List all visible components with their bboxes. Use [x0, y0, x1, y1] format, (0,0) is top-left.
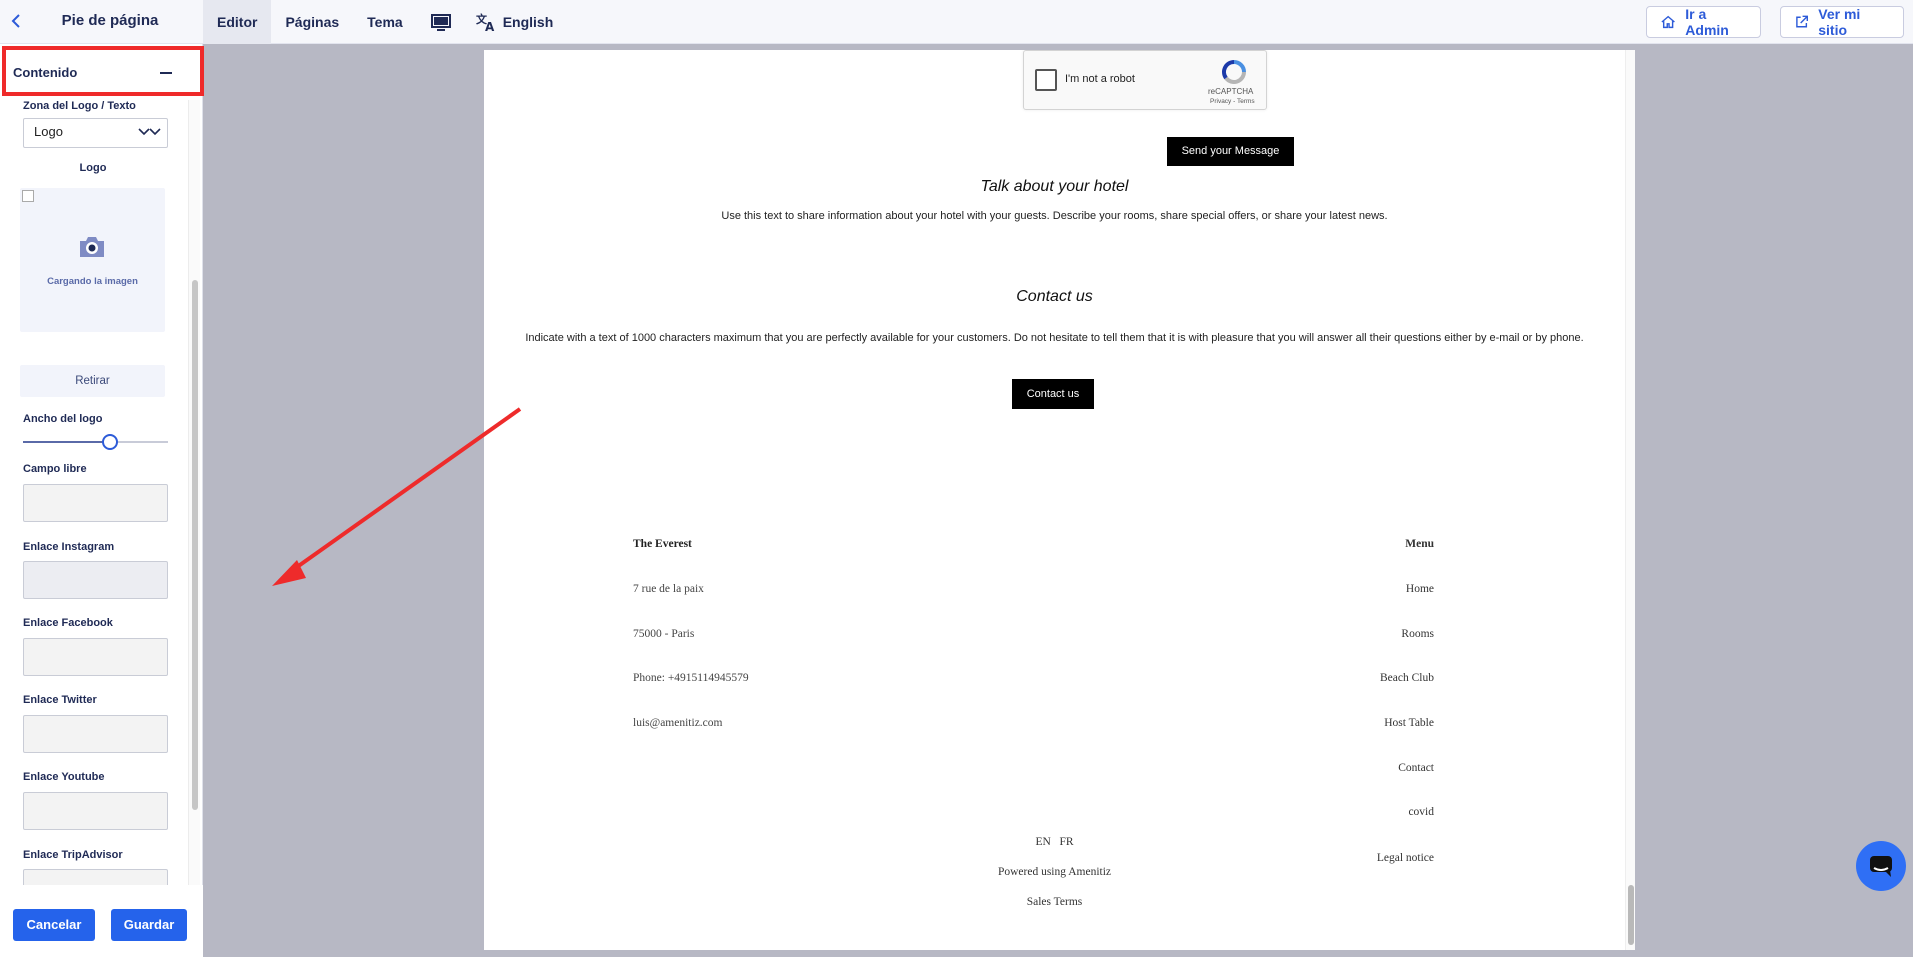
logo-upload-box[interactable]: Cargando la imagen: [20, 188, 165, 332]
youtube-link-label: Enlace Youtube: [23, 771, 105, 783]
panel-scrollbar[interactable]: [188, 100, 200, 930]
remove-logo-button[interactable]: Retirar: [20, 365, 165, 397]
twitter-link-label: Enlace Twitter: [23, 694, 97, 706]
logo-label: Logo: [79, 162, 107, 174]
language-selector[interactable]: 文A English: [475, 11, 554, 34]
chevron-left-icon[interactable]: [6, 10, 28, 32]
broken-image-icon: [22, 190, 34, 202]
chevron-down-icon: [137, 124, 161, 141]
send-message-button[interactable]: Send your Message: [1167, 137, 1294, 166]
upload-status-text: Cargando la imagen: [47, 276, 138, 287]
external-link-icon: [1796, 15, 1809, 28]
free-field-label: Campo libre: [23, 463, 87, 475]
footer-menu-item[interactable]: Host Table: [1384, 717, 1434, 729]
logo-zone-label: Zona del Logo / Texto: [23, 100, 136, 112]
view-site-button[interactable]: Ver mi sitio: [1780, 6, 1904, 38]
footer-menu-item[interactable]: covid: [1408, 806, 1434, 818]
footer-menu-item[interactable]: Legal notice: [1377, 852, 1434, 864]
hotel-description: Use this text to share information about…: [721, 210, 1388, 222]
preview-scrollbar[interactable]: [1625, 50, 1635, 950]
go-to-admin-label: Ir a Admin: [1685, 6, 1729, 38]
panel-title: Pie de página: [61, 12, 159, 29]
tab-pages[interactable]: Páginas: [271, 0, 353, 44]
chat-widget-button[interactable]: [1856, 841, 1906, 891]
footer-menu-item[interactable]: Beach Club: [1380, 672, 1434, 684]
free-field-input[interactable]: [23, 484, 168, 522]
footer-menu-item[interactable]: Rooms: [1401, 628, 1434, 640]
settings-panel: Contenido Zona del Logo / Texto Logo Log…: [0, 44, 204, 957]
youtube-link-input[interactable]: [23, 792, 168, 830]
footer-powered-by[interactable]: Powered using Amenitiz: [484, 866, 1625, 878]
recaptcha-links[interactable]: Privacy - Terms: [1210, 98, 1255, 105]
logo-zone-select[interactable]: Logo: [23, 118, 168, 148]
go-to-admin-button[interactable]: Ir a Admin: [1646, 6, 1761, 38]
collapse-icon[interactable]: [160, 72, 172, 74]
language-label: English: [502, 14, 554, 30]
hotel-heading: Talk about your hotel: [980, 178, 1129, 195]
save-button[interactable]: Guardar: [111, 909, 187, 941]
section-title: Contenido: [13, 65, 78, 80]
tab-theme[interactable]: Tema: [353, 0, 417, 44]
site-preview: I'm not a robot reCAPTCHA Privacy - Term…: [484, 50, 1635, 950]
footer-phone[interactable]: Phone: +4915114945579: [633, 672, 749, 684]
logo-width-label: Ancho del logo: [23, 413, 103, 425]
slider-thumb[interactable]: [102, 434, 118, 450]
desktop-monitor-icon[interactable]: [430, 14, 451, 31]
contact-description: Indicate with a text of 1000 characters …: [525, 332, 1584, 344]
chat-bubble-icon: [1870, 856, 1892, 877]
panel-action-bar: Cancelar Guardar: [0, 885, 203, 957]
recaptcha-logo-icon: [1220, 59, 1248, 85]
footer-sales-terms[interactable]: Sales Terms: [484, 896, 1625, 908]
footer-address-line1: 7 rue de la paix: [633, 583, 704, 595]
recaptcha-checkbox[interactable]: [1035, 69, 1057, 91]
recaptcha-label: I'm not a robot: [1065, 73, 1135, 85]
view-site-label: Ver mi sitio: [1818, 6, 1861, 38]
footer-menu-title: Menu: [1405, 538, 1434, 550]
footer-email[interactable]: luis@amenitiz.com: [633, 717, 722, 729]
home-icon: [1661, 15, 1675, 29]
facebook-link-label: Enlace Facebook: [23, 617, 113, 629]
contact-heading: Contact us: [1016, 288, 1093, 305]
translate-icon: 文A: [475, 11, 497, 34]
recaptcha-brand: reCAPTCHA: [1208, 87, 1254, 96]
panel-scroll-area: Zona del Logo / Texto Logo Logo Cargando…: [0, 100, 186, 930]
preview-scrollbar-thumb[interactable]: [1628, 885, 1634, 945]
twitter-link-input[interactable]: [23, 715, 168, 753]
content-section-header[interactable]: Contenido: [2, 46, 204, 96]
footer-address-line2: 75000 - Paris: [633, 628, 695, 640]
logo-zone-value: Logo: [34, 124, 63, 139]
tab-editor[interactable]: Editor: [203, 0, 272, 44]
slider-fill: [23, 441, 110, 443]
instagram-link-label: Enlace Instagram: [23, 541, 115, 553]
footer-language-links[interactable]: EN FR: [484, 836, 1625, 848]
recaptcha-widget: I'm not a robot reCAPTCHA Privacy - Term…: [1023, 50, 1267, 110]
facebook-link-input[interactable]: [23, 638, 168, 676]
footer-menu-item[interactable]: Contact: [1398, 762, 1434, 774]
instagram-link-input[interactable]: [23, 561, 168, 599]
panel-scrollbar-thumb[interactable]: [192, 280, 198, 810]
logo-width-slider[interactable]: [23, 432, 168, 452]
tripadvisor-link-label: Enlace TripAdvisor: [23, 849, 123, 861]
nav-tabs: Editor Páginas Tema 文A English: [203, 0, 553, 44]
svg-text:A: A: [485, 20, 495, 33]
footer-hotel-name: The Everest: [633, 538, 692, 550]
camera-icon: [77, 234, 107, 260]
contact-us-button[interactable]: Contact us: [1012, 379, 1094, 409]
footer-menu-item[interactable]: Home: [1406, 583, 1434, 595]
cancel-button[interactable]: Cancelar: [13, 909, 95, 941]
top-bar: Pie de página Editor Páginas Tema 文A Eng…: [0, 0, 1913, 44]
